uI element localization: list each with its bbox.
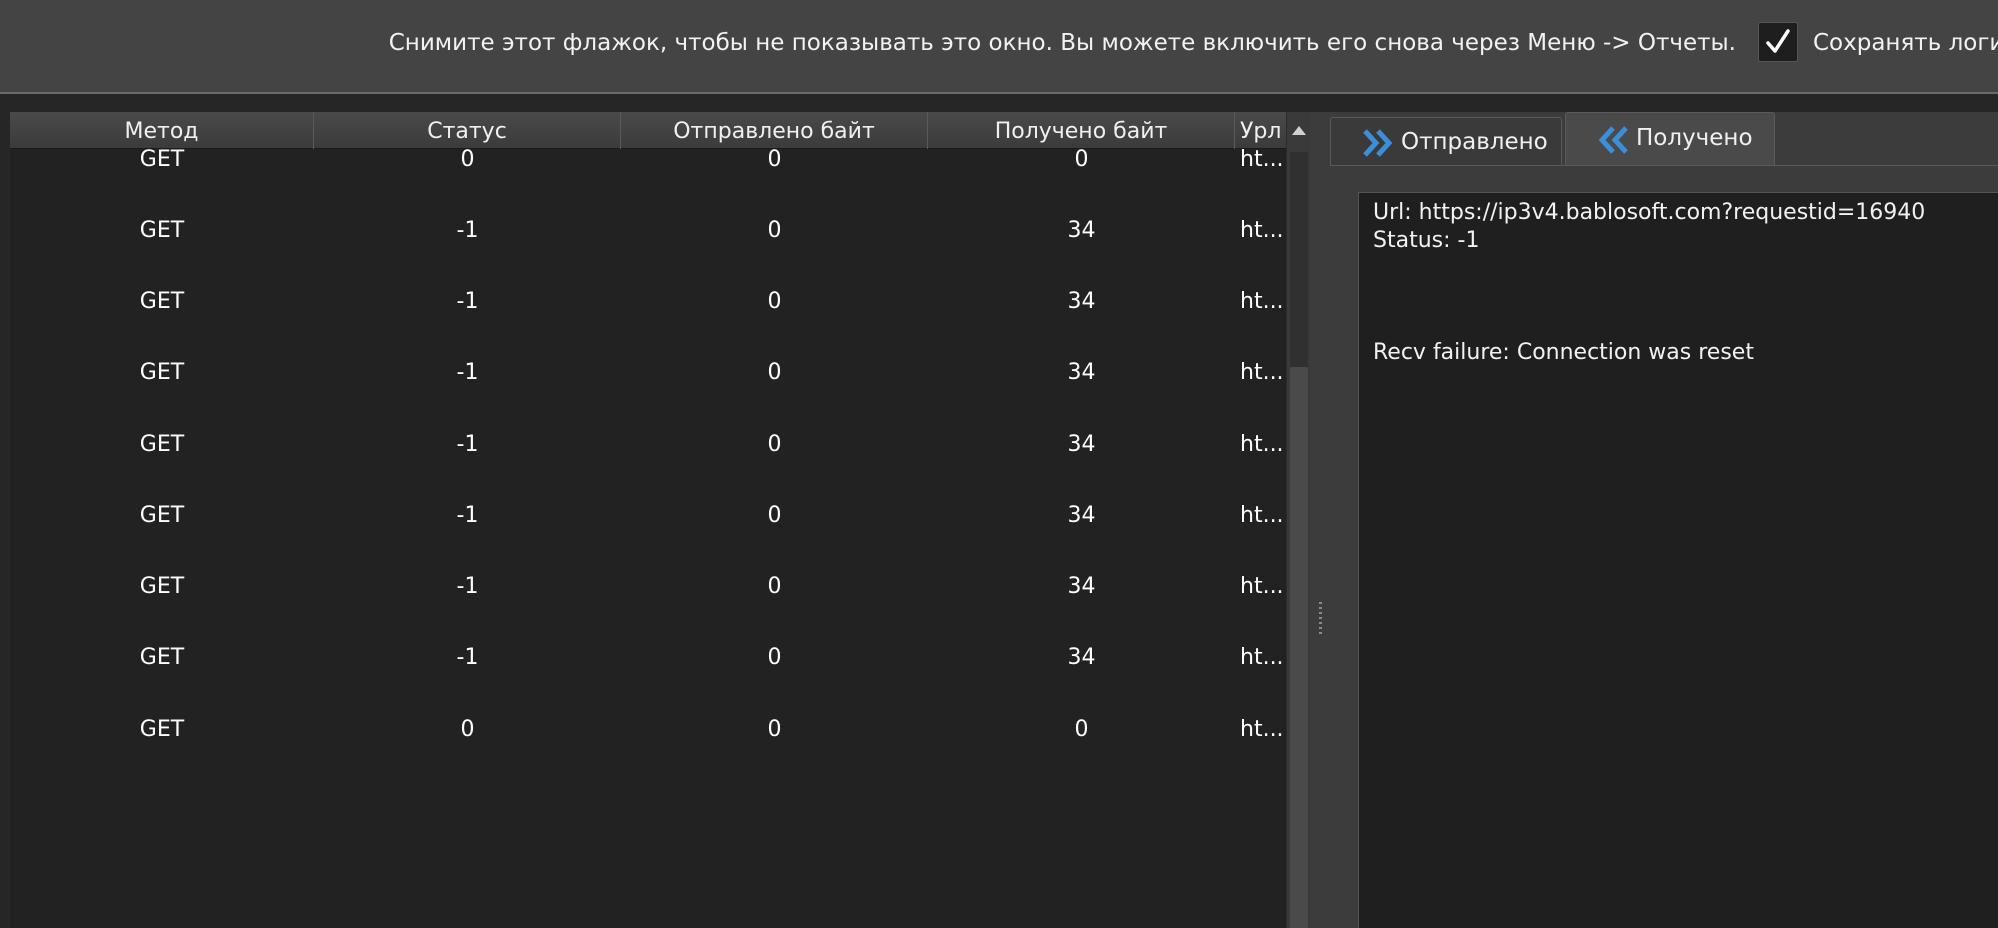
table-row[interactable]: GET -1 0 34 ht...: [10, 643, 1286, 673]
cell-method: GET: [139, 717, 185, 742]
tab-strip-divider: [1330, 165, 1998, 166]
cell-sent-bytes: 0: [767, 645, 782, 670]
cell-url: ht...: [1240, 503, 1284, 528]
table-row[interactable]: GET -1 0 34 ht...: [10, 430, 1286, 460]
table-row[interactable]: GET -1 0 34 ht...: [10, 287, 1286, 317]
column-header-url[interactable]: Урл: [1235, 112, 1286, 149]
scroll-up-button[interactable]: [1287, 112, 1311, 149]
tab-received-label: Получено: [1636, 125, 1753, 151]
cell-url: ht...: [1240, 218, 1284, 243]
save-logs-label[interactable]: Сохранять логи: [1813, 27, 1998, 59]
cell-received-bytes: 34: [1067, 289, 1096, 314]
table-row[interactable]: GET 0 0 0 ht...: [10, 149, 1286, 175]
cell-sent-bytes: 0: [767, 149, 782, 172]
cell-status: -1: [456, 289, 479, 314]
table-row[interactable]: GET 0 0 0 ht...: [10, 715, 1286, 745]
cell-received-bytes: 34: [1067, 360, 1096, 385]
notice-text: Снимите этот флажок, чтобы не показывать…: [388, 30, 1736, 56]
splitter-grip-icon: [1319, 602, 1322, 634]
cell-method: GET: [139, 432, 185, 457]
cell-status: -1: [456, 645, 479, 670]
tab-sent[interactable]: Отправлено: [1330, 117, 1562, 165]
cell-url: ht...: [1240, 574, 1284, 599]
table-row[interactable]: GET -1 0 34 ht...: [10, 358, 1286, 388]
table-row[interactable]: GET -1 0 34 ht...: [10, 216, 1286, 246]
cell-status: -1: [456, 360, 479, 385]
cell-url: ht...: [1240, 149, 1284, 172]
vertical-scrollbar[interactable]: [1286, 112, 1310, 928]
cell-url: ht...: [1240, 360, 1284, 385]
cell-status: -1: [456, 218, 479, 243]
cell-sent-bytes: 0: [767, 360, 782, 385]
cell-sent-bytes: 0: [767, 289, 782, 314]
table-body: GET 0 0 0 ht... GET -1 0 34 ht... GET -1 0 34 ht... GET…: [10, 149, 1286, 928]
cell-method: GET: [139, 645, 185, 670]
cell-received-bytes: 34: [1067, 218, 1096, 243]
cell-received-bytes: 34: [1067, 503, 1096, 528]
column-header-status[interactable]: Статус: [314, 112, 621, 149]
cell-sent-bytes: 0: [767, 717, 782, 742]
cell-url: ht...: [1240, 289, 1284, 314]
column-header-sent-bytes[interactable]: Отправлено байт: [621, 112, 928, 149]
cell-status: 0: [460, 149, 475, 172]
cell-status: -1: [456, 432, 479, 457]
cell-method: GET: [139, 503, 185, 528]
cell-received-bytes: 0: [1074, 149, 1089, 172]
cell-received-bytes: 34: [1067, 645, 1096, 670]
cell-sent-bytes: 0: [767, 218, 782, 243]
table-row[interactable]: GET -1 0 34 ht...: [10, 501, 1286, 531]
column-header-method[interactable]: Метод: [10, 112, 314, 149]
detail-panel: Отправлено Получено Url: https://ip3v4.b…: [1330, 112, 1998, 928]
cell-status: 0: [460, 717, 475, 742]
double-chevron-left-icon: [1598, 126, 1628, 154]
cell-received-bytes: 34: [1067, 574, 1096, 599]
cell-url: ht...: [1240, 432, 1284, 457]
cell-received-bytes: 0: [1074, 717, 1089, 742]
double-chevron-right-icon: [1363, 129, 1393, 157]
arrow-up-icon: [1292, 126, 1306, 135]
cell-sent-bytes: 0: [767, 574, 782, 599]
requests-table: Метод Статус Отправлено байт Получено ба…: [10, 112, 1310, 928]
cell-status: -1: [456, 503, 479, 528]
table-row[interactable]: GET -1 0 34 ht...: [10, 572, 1286, 602]
status-line: Status: -1: [1373, 228, 1480, 253]
cell-url: ht...: [1240, 717, 1284, 742]
error-line: Recv failure: Connection was reset: [1373, 340, 1754, 365]
tab-received[interactable]: Получено: [1565, 112, 1775, 166]
table-header: Метод Статус Отправлено байт Получено ба…: [10, 112, 1286, 149]
cell-url: ht...: [1240, 645, 1284, 670]
cell-sent-bytes: 0: [767, 503, 782, 528]
cell-method: GET: [139, 289, 185, 314]
cell-method: GET: [139, 574, 185, 599]
cell-status: -1: [456, 574, 479, 599]
save-logs-checkbox[interactable]: [1758, 22, 1798, 62]
cell-method: GET: [139, 360, 185, 385]
scroll-thumb[interactable]: [1290, 367, 1308, 928]
checkmark-icon: [1766, 29, 1790, 53]
panel-splitter[interactable]: [1310, 112, 1330, 928]
top-bar: Снимите этот флажок, чтобы не показывать…: [0, 0, 1998, 94]
cell-received-bytes: 34: [1067, 432, 1096, 457]
response-content[interactable]: Url: https://ip3v4.bablosoft.com?request…: [1358, 192, 1998, 928]
cell-method: GET: [139, 218, 185, 243]
tab-sent-label: Отправлено: [1401, 129, 1548, 155]
column-header-received-bytes[interactable]: Получено байт: [928, 112, 1235, 149]
cell-method: GET: [139, 149, 185, 172]
url-line: Url: https://ip3v4.bablosoft.com?request…: [1373, 200, 1926, 225]
cell-sent-bytes: 0: [767, 432, 782, 457]
